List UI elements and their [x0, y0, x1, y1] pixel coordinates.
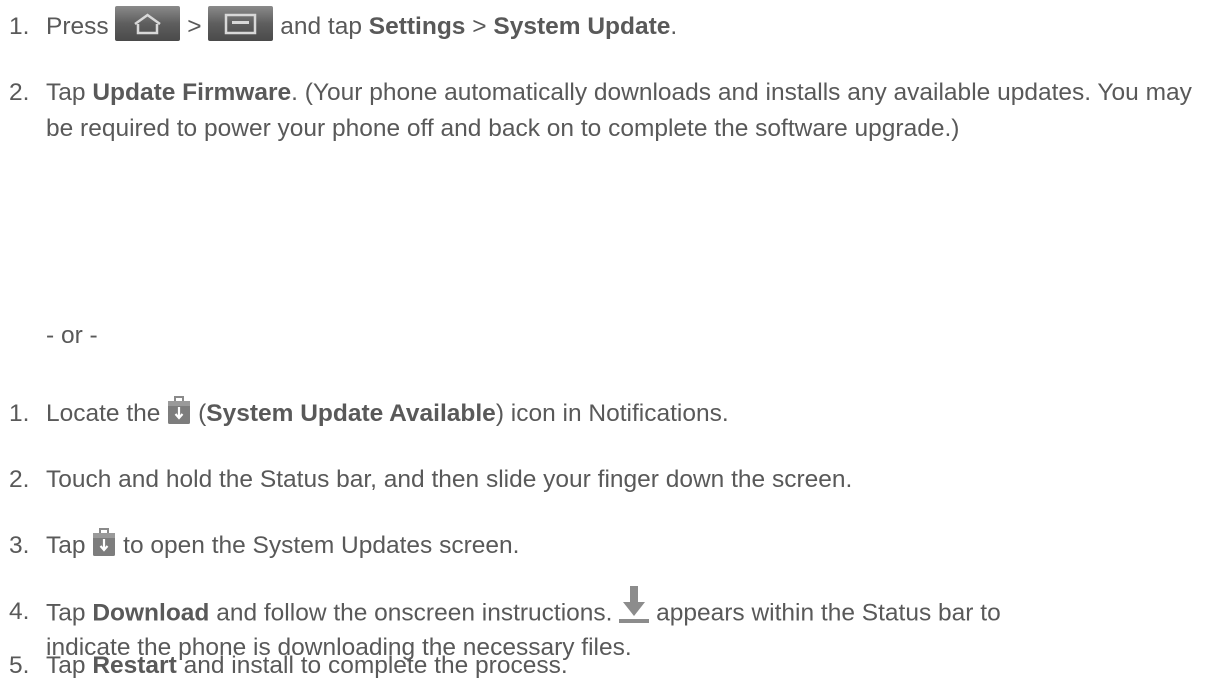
download-icon: [619, 586, 650, 626]
step-number: 2.: [9, 79, 30, 106]
step-number: 1.: [9, 13, 30, 40]
step-number: 5.: [9, 652, 30, 679]
download-label: Download: [92, 599, 210, 627]
step-text-line-1: Tap Download and follow the onscreen ins…: [46, 586, 1001, 634]
step-text: Press > and tap Settings > System Update…: [46, 6, 677, 45]
settings-label: Settings: [368, 13, 466, 40]
step-number: 1.: [9, 400, 30, 427]
step-number: 3.: [9, 532, 30, 559]
or-separator: - or -: [46, 322, 98, 349]
menu-key-icon: [208, 6, 274, 42]
step-text: Touch and hold the Status bar, and then …: [46, 466, 853, 493]
system-update-label: System Update: [493, 13, 671, 40]
system-update-available-label: System Update Available: [206, 400, 496, 427]
step-text: Locate the (System Update Available) ico…: [46, 395, 729, 432]
step-text: Tap to open the System Updates screen.: [46, 527, 519, 564]
home-key-icon: [115, 6, 181, 42]
step-number: 2.: [9, 466, 30, 493]
step-text: Tap Update Firmware. (Your phone automat…: [46, 79, 1192, 142]
restart-label: Restart: [92, 652, 177, 679]
step-text: Tap Restart and install to complete the …: [46, 652, 568, 679]
system-update-icon: [167, 395, 191, 425]
step-number: 4.: [9, 598, 30, 625]
update-firmware-label: Update Firmware: [92, 79, 292, 106]
manual-page: { "first_method": { "steps": [ { "number…: [0, 0, 1210, 684]
system-update-icon: [92, 527, 116, 557]
